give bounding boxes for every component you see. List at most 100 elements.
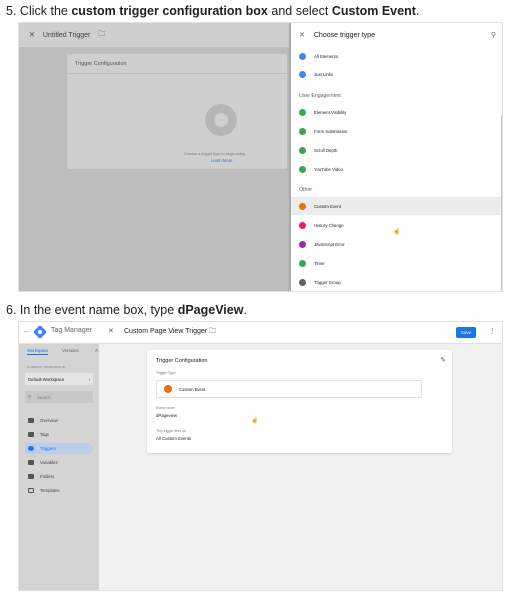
divider	[67, 73, 287, 74]
nav-item-triggers[interactable]: Triggers	[25, 443, 93, 454]
nav-item-tags[interactable]: Tags	[25, 429, 93, 440]
nav-label: Triggers	[40, 446, 56, 451]
template-icon	[28, 488, 34, 493]
folder-icon[interactable]: 🗀	[209, 328, 216, 335]
nav-item-overview[interactable]: Overview	[25, 415, 93, 426]
step-text: Click the	[19, 4, 68, 18]
close-icon[interactable]: ✕	[29, 31, 35, 39]
mouse-cursor-icon: ☝	[393, 229, 401, 235]
warning-icon	[299, 240, 306, 248]
nav-label: Tags	[40, 432, 50, 437]
trigger-configuration-card[interactable]: Trigger Configuration ✎ Trigger Type Cus…	[147, 350, 452, 453]
step-number: 5.	[6, 4, 17, 18]
item-label: Form Submission	[314, 128, 348, 134]
history-icon	[299, 221, 306, 229]
step-bold: custom trigger configuration box	[71, 4, 268, 18]
tab-workspace[interactable]: Workspace	[27, 348, 49, 355]
edit-pencil-icon[interactable]: ✎	[440, 356, 446, 364]
search-placeholder: Search	[37, 394, 51, 400]
code-icon	[164, 385, 172, 393]
item-label: Just Links	[314, 71, 334, 77]
section-heading: User Engagement	[299, 93, 341, 99]
play-icon	[299, 165, 306, 173]
step-bold: dPageView	[177, 303, 244, 317]
timer-icon	[299, 259, 306, 267]
nav-label: Variables	[40, 460, 58, 465]
trigger-type-item[interactable]: JavaScript Error	[291, 235, 502, 253]
learn-more-link[interactable]: Learn More	[211, 158, 232, 163]
step-bold: Custom Event	[331, 4, 416, 18]
trigger-type-item[interactable]: Just Links	[291, 65, 502, 83]
tab-admin[interactable]: A	[95, 348, 98, 353]
trigger-type-item[interactable]: Form Submission	[291, 122, 502, 140]
trigger-type-item[interactable]: Trigger Group	[291, 273, 502, 291]
nav-item-variables[interactable]: Variables	[25, 457, 93, 468]
tag-manager-logo-icon	[32, 324, 48, 340]
save-button[interactable]: Save	[456, 327, 476, 338]
item-label: YouTube Video	[314, 166, 343, 172]
search-icon: ⚲	[28, 394, 32, 399]
fires-on-label: This trigger fires on	[156, 429, 186, 433]
group-icon	[299, 278, 306, 286]
step-text: .	[415, 4, 420, 18]
folder-icon[interactable]: 🗀	[98, 30, 105, 41]
workspace-tabs: Workspace Versions A	[19, 344, 99, 358]
back-arrow-icon[interactable]: ←	[23, 328, 30, 335]
step-text: and select	[271, 4, 329, 18]
trigger-type-item[interactable]: All Elements	[291, 47, 502, 65]
close-icon[interactable]: ✕	[108, 327, 114, 335]
card-title: Trigger Configuration	[156, 358, 208, 364]
workspace-name: Default Workspace	[28, 376, 65, 382]
item-label: History Change	[314, 222, 344, 228]
link-icon	[299, 70, 306, 78]
item-label: JavaScript Error	[314, 241, 345, 247]
trigger-configuration-box[interactable]: Trigger Configuration Choose a trigger t…	[67, 54, 287, 169]
current-workspace-label: CURRENT WORKSPACE	[27, 365, 66, 369]
close-icon[interactable]: ✕	[299, 31, 305, 39]
trigger-type-box[interactable]: Custom Event	[156, 380, 422, 398]
event-name-input[interactable]: dPageview	[156, 413, 177, 418]
event-name-label: Event name	[156, 406, 175, 410]
item-label: Timer	[314, 260, 325, 266]
visibility-icon	[299, 108, 306, 116]
more-vert-icon[interactable]: ⋮	[489, 327, 496, 335]
nav-item-templates[interactable]: Templates	[25, 485, 93, 496]
nav-item-folders[interactable]: Folders	[25, 471, 93, 482]
step-text: In the event name box, type	[19, 303, 175, 317]
trigger-placeholder-icon[interactable]	[205, 104, 237, 136]
drawer-header: ✕ Choose trigger type ⚲	[291, 23, 502, 47]
scrollbar[interactable]	[501, 115, 502, 291]
search-icon[interactable]: ⚲	[491, 31, 496, 39]
folder-icon	[28, 474, 34, 479]
code-icon	[299, 202, 306, 210]
app-header: ← Tag Manager ✕ Custom Page View Trigger…	[19, 322, 502, 344]
trigger-title[interactable]: Untitled Trigger	[43, 32, 90, 39]
choose-trigger-hint: Choose a trigger type to begin setup...	[184, 152, 249, 156]
trigger-editor-header: ✕ Untitled Trigger 🗀	[19, 23, 289, 47]
choose-trigger-type-drawer: ✕ Choose trigger type ⚲ All Elements Jus…	[291, 23, 502, 291]
trigger-type-item[interactable]: Timer	[291, 254, 502, 272]
nav-label: Overview	[40, 418, 58, 423]
chevron-right-icon: ›	[88, 376, 90, 382]
tab-versions[interactable]: Versions	[62, 348, 78, 353]
product-name: Tag Manager	[51, 327, 92, 334]
form-icon	[299, 127, 306, 135]
trigger-type-item[interactable]: Element Visibility	[291, 103, 502, 121]
overview-icon	[28, 418, 34, 423]
step-5-instruction: 5. Click the custom trigger configuratio…	[6, 4, 419, 18]
all-elements-icon	[299, 52, 306, 60]
workspace-selector[interactable]: Default Workspace ›	[25, 373, 93, 385]
fires-on-value[interactable]: All Custom Events	[156, 436, 191, 441]
item-label: Trigger Group	[314, 279, 341, 285]
trigger-type-custom-event[interactable]: Custom Event	[291, 197, 502, 215]
trigger-type-item[interactable]: YouTube Video	[291, 160, 502, 178]
trigger-type-label: Trigger Type	[156, 371, 176, 375]
nav-label: Templates	[40, 488, 60, 493]
trigger-title-text: Custom Page View Trigger	[124, 328, 208, 335]
item-label: All Elements	[314, 53, 338, 59]
trigger-type-item[interactable]: Scroll Depth	[291, 141, 502, 159]
trigger-title[interactable]: Custom Page View Trigger 🗀	[124, 327, 216, 338]
search-input[interactable]: ⚲ Search	[25, 391, 93, 403]
nav-label: Folders	[40, 474, 55, 479]
step-6-instruction: 6. In the event name box, type dPageView…	[6, 303, 247, 317]
